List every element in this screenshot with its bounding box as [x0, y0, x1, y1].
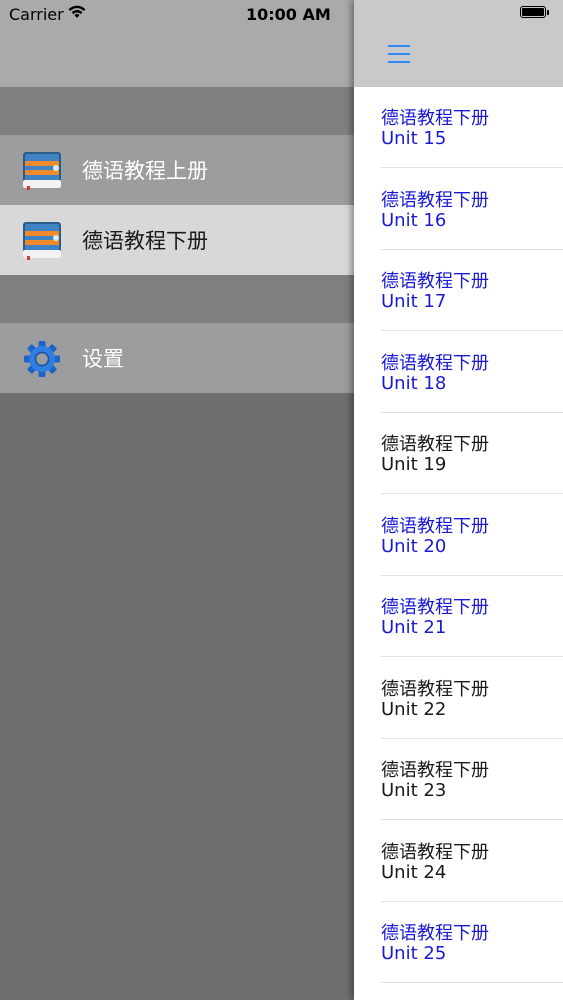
list-item[interactable]: 德语教程下册 Unit 20: [354, 495, 563, 576]
list-item-unit: Unit 16: [381, 209, 447, 231]
list-item-unit: Unit 19: [381, 454, 447, 475]
clock: 10:00 AM: [246, 5, 331, 24]
list-item-title: 德语教程下册: [381, 760, 489, 781]
list-item[interactable]: 德语教程下册 Unit 18: [354, 332, 563, 413]
list-item-unit: Unit 20: [381, 535, 447, 557]
menu-item-label: 德语教程上册: [82, 159, 208, 183]
list-item[interactable]: 德语教程下册 Unit 25: [354, 902, 563, 983]
list-item[interactable]: 德语教程下册 Unit 16: [354, 169, 563, 250]
list-item-unit: Unit 18: [381, 372, 447, 394]
list-item-title: 德语教程下册: [381, 271, 489, 292]
list-item-title: 德语教程下册: [381, 352, 489, 374]
menu-item-label: 设置: [82, 347, 124, 371]
list-item-title: 德语教程下册: [381, 189, 489, 211]
list-item[interactable]: 德语教程下册 Unit 17: [354, 250, 563, 331]
list-item-unit: Unit 24: [381, 861, 447, 883]
list-item-unit: Unit 21: [381, 617, 447, 638]
content-panel: 德语教程下册 Unit 15 德语教程下册 Unit 16 德语教程下册 Unit 17 德…: [354, 0, 563, 1000]
menu-toggle-button[interactable]: [388, 45, 410, 65]
list-item-title: 德语教程下册: [381, 515, 489, 537]
menu-item-book-volume-1[interactable]: 德语教程上册: [0, 135, 354, 205]
menu-section-gap: [0, 275, 354, 323]
menu-item-settings[interactable]: 设置: [0, 323, 354, 393]
hamburger-icon: [388, 61, 410, 63]
book-icon: [21, 150, 63, 190]
list-item[interactable]: 德语教程下册 Unit 15: [354, 87, 563, 168]
side-menu: 德语教程上册 德语教程下册 设置: [0, 0, 354, 1000]
list-item-title: 德语教程下册: [381, 434, 489, 455]
list-item-unit: Unit 23: [381, 780, 447, 801]
list-item-unit: Unit 22: [381, 698, 447, 720]
list-item-title: 德语教程下册: [381, 108, 489, 129]
carrier-label: Carrier: [9, 5, 64, 24]
list-item-title: 德语教程下册: [381, 597, 489, 618]
menu-section-gap: [0, 87, 354, 135]
list-item-unit: Unit 15: [381, 128, 447, 149]
list-item-title: 德语教程下册: [381, 841, 489, 863]
status-bar: Carrier 10:00 AM: [0, 0, 563, 30]
battery-icon: [520, 6, 550, 20]
list-item-unit: Unit 25: [381, 943, 447, 964]
wifi-icon: [67, 4, 87, 24]
hamburger-icon: [388, 45, 410, 47]
book-icon: [21, 220, 63, 260]
list-item[interactable]: 德语教程下册 Unit 23: [354, 739, 563, 820]
list-item-unit: Unit 17: [381, 291, 447, 312]
list-item[interactable]: 德语教程下册 Unit 22: [354, 658, 563, 739]
list-item-title: 德语教程下册: [381, 923, 489, 944]
list-item[interactable]: 德语教程下册 Unit 21: [354, 576, 563, 657]
menu-item-book-volume-2[interactable]: 德语教程下册: [0, 205, 354, 275]
list-item[interactable]: 德语教程下册 Unit 19: [354, 413, 563, 494]
gear-icon: [23, 340, 65, 380]
list-item-title: 德语教程下册: [381, 678, 489, 700]
hamburger-icon: [388, 53, 410, 55]
row-divider: [381, 982, 563, 983]
list-item[interactable]: 德语教程下册 Unit 24: [354, 821, 563, 902]
menu-item-label: 德语教程下册: [82, 229, 208, 253]
